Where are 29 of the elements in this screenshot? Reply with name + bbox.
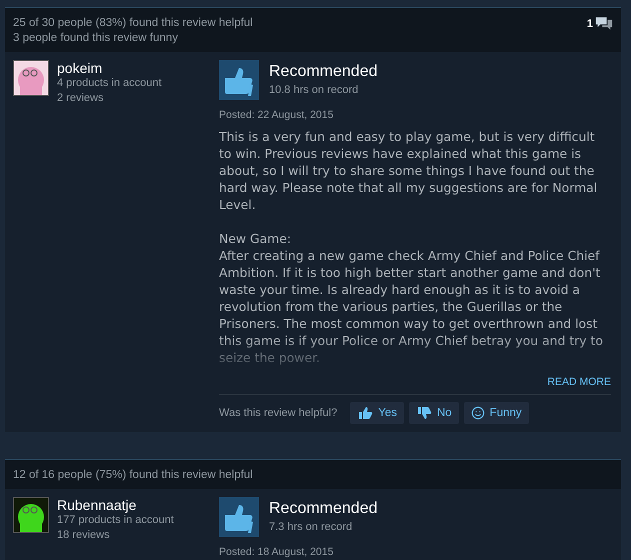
vote-button[interactable]: Funny	[464, 402, 529, 424]
review-text: This is a very fun and easy to play game, but is very difficult to win. Previous reviews have explained what this game is about, so I will try to share some things I have found out the hard way. Please note that all my suggestions are for Normal Level.	[219, 128, 598, 213]
product-count[interactable]: 4 products in account	[57, 76, 162, 91]
thumbs-up-icon	[357, 405, 374, 421]
read-more-link[interactable]: READ MORE	[547, 376, 611, 388]
helpful-count: 25 of 30 people (83%) found this review helpful	[13, 16, 253, 31]
helpful-prompt: Was this review helpful?	[219, 407, 338, 419]
smiley-icon	[470, 406, 485, 420]
posted-date: Posted: 18 August, 2015	[219, 546, 334, 558]
product-count[interactable]: 177 products in account	[57, 513, 174, 528]
verdict: Recommended	[269, 499, 378, 519]
thumbs-up-icon	[219, 497, 259, 537]
helpful-count: 12 of 16 people (75%) found this review helpful	[13, 468, 253, 483]
vote-button[interactable]: No	[408, 402, 459, 424]
comments-icon[interactable]	[595, 16, 613, 31]
user-name[interactable]: Rubennaatje	[57, 497, 174, 513]
comment-count: 1	[586, 18, 593, 30]
hours-on-record: 10.8 hrs on record	[269, 83, 360, 98]
user-name[interactable]: pokeim	[57, 60, 162, 76]
verdict: Recommended	[269, 62, 378, 82]
vote-button[interactable]: Yes	[350, 402, 404, 424]
funny-count: 3 people found this review funny	[13, 31, 179, 46]
posted-date: Posted: 22 August, 2015	[219, 109, 334, 121]
review-count[interactable]: 18 reviews	[57, 528, 174, 543]
hours-on-record: 7.3 hrs on record	[269, 520, 354, 535]
thumbs-down-icon	[416, 405, 432, 421]
review-count[interactable]: 2 reviews	[57, 91, 162, 106]
review-text: New Game: After creating a new game check Army Chief and Police Chief Ambition. If it is too high better start another game and don't waste your time. Is already hard enough as it is to avoid a revolution from the various parties, the Guerillas or the Prisoners. The most common way to get overthrown and lost this game is if your Police or Army Chief betray you and try to seize the power.	[219, 230, 604, 366]
thumbs-up-icon	[219, 60, 259, 100]
